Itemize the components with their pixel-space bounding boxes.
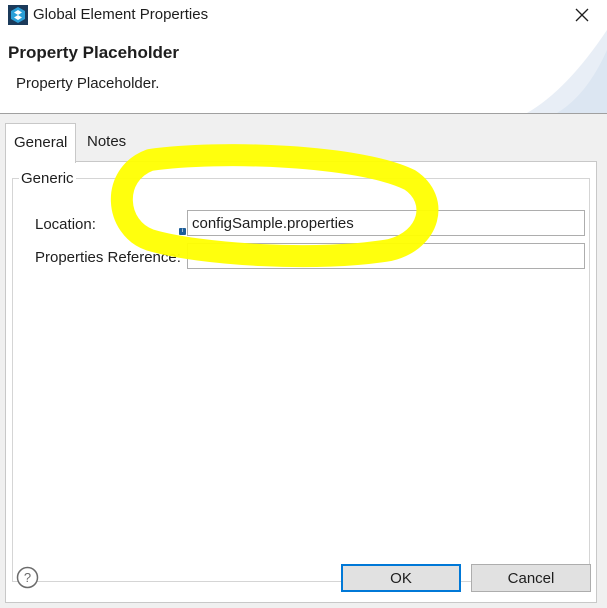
page-description: Property Placeholder. <box>16 75 160 92</box>
general-tab-panel: Generic Location: i Properties Reference… <box>5 161 597 603</box>
info-icon: i <box>179 228 186 235</box>
properties-reference-input[interactable] <box>187 243 585 269</box>
close-icon <box>575 8 589 22</box>
page-title: Property Placeholder <box>8 43 180 62</box>
global-element-properties-dialog: Global Element Properties Property Place… <box>0 0 607 608</box>
tab-general[interactable]: General <box>5 123 76 163</box>
ok-button[interactable]: OK <box>341 564 461 592</box>
location-label: Location: <box>35 216 96 233</box>
banner-decoration <box>527 30 607 113</box>
location-input[interactable] <box>187 210 585 236</box>
properties-reference-label: Properties Reference: <box>35 249 181 266</box>
help-icon: ? <box>16 566 39 589</box>
svg-text:?: ? <box>24 570 31 585</box>
title-bar: Global Element Properties <box>0 0 607 30</box>
mule-studio-icon <box>8 5 28 25</box>
header-banner: Property Placeholder Property Placeholde… <box>0 30 607 114</box>
generic-group: Generic Location: i Properties Reference… <box>12 170 590 582</box>
help-button[interactable]: ? <box>16 566 39 589</box>
content-area: General Notes Generic Location: i Proper… <box>0 114 607 608</box>
tab-notes[interactable]: Notes <box>79 123 139 161</box>
window-title: Global Element Properties <box>33 6 209 23</box>
cancel-button[interactable]: Cancel <box>471 564 591 592</box>
close-button[interactable] <box>565 0 599 30</box>
group-label: Generic <box>19 170 76 187</box>
